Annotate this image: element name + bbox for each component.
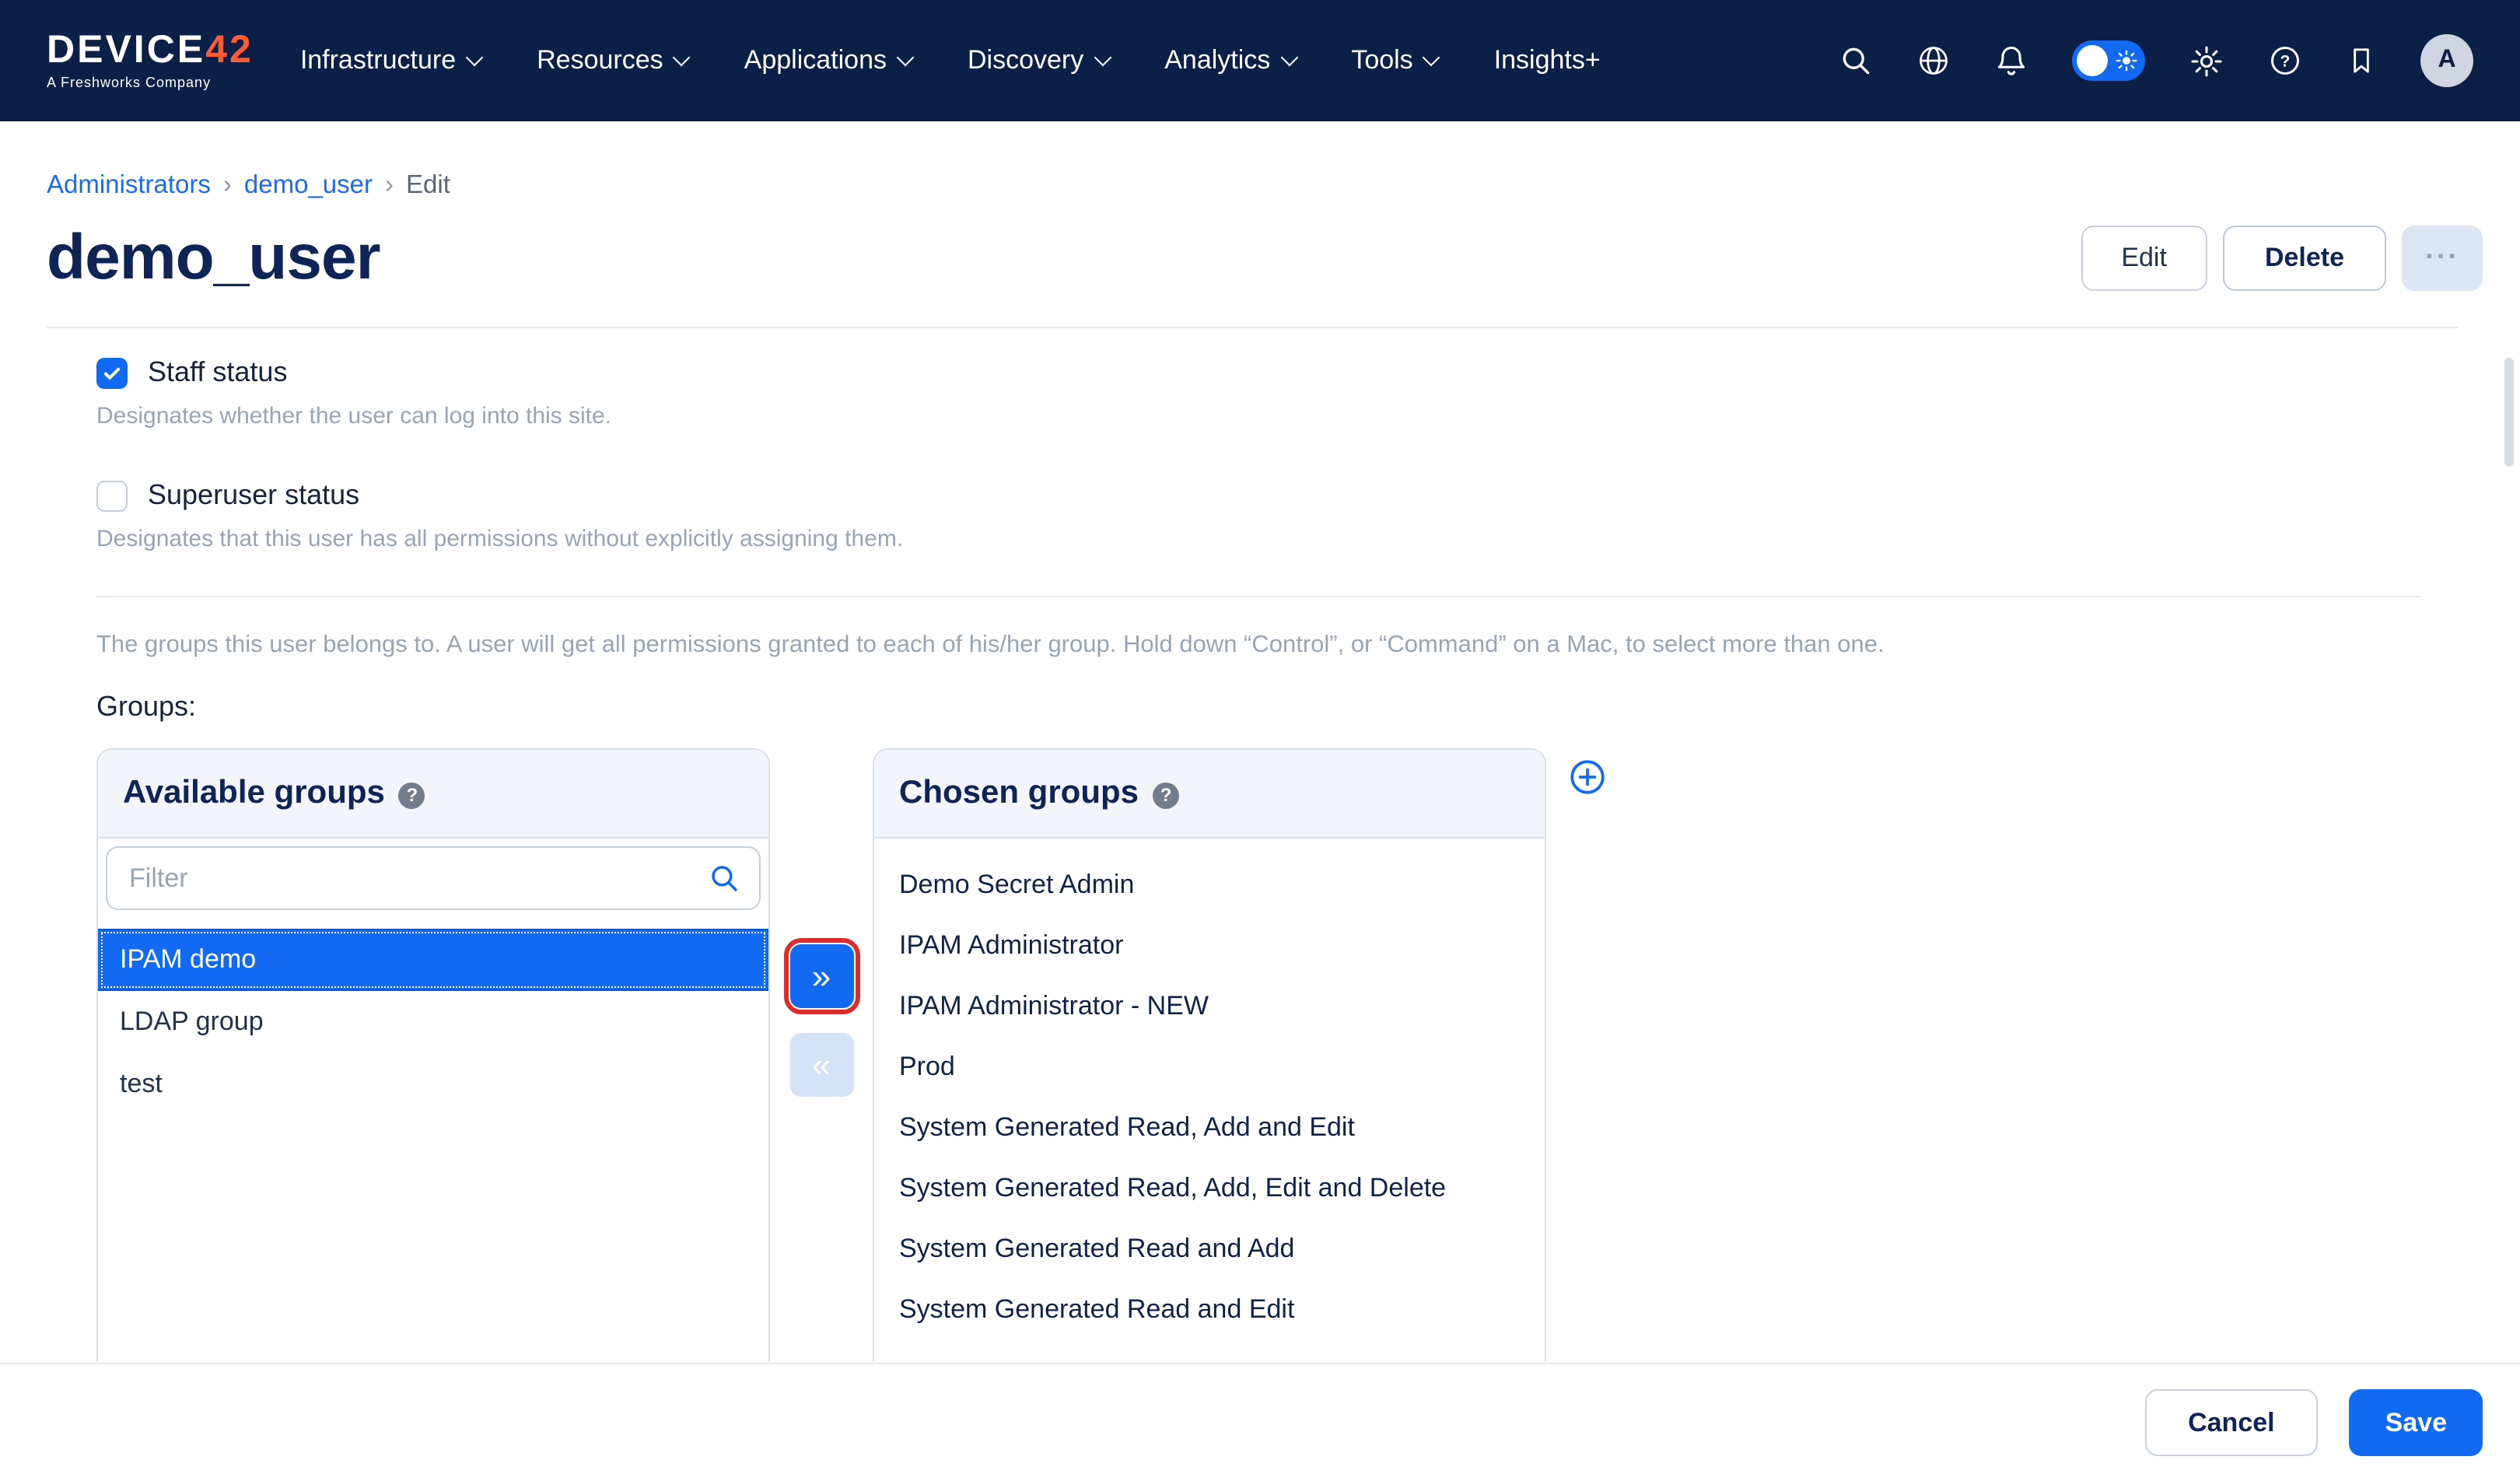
section-divider — [96, 596, 2420, 597]
available-groups-panel: Available groups ? IPAM demo LDAP group … — [96, 748, 770, 1361]
breadcrumb-current: Edit — [406, 171, 450, 201]
move-left-button[interactable]: « — [789, 1033, 853, 1097]
header-actions: Edit Delete ··· — [2081, 225, 2483, 290]
breadcrumb-separator: › — [223, 171, 232, 201]
logo-text-white: DEVICE — [47, 28, 205, 72]
breadcrumb: Administrators › demo_user › Edit — [47, 171, 2520, 201]
filter-wrap — [106, 846, 761, 910]
nav-item-analytics[interactable]: Analytics — [1164, 45, 1295, 76]
help-icon[interactable]: ? — [2268, 44, 2302, 78]
list-item-ipam-demo[interactable]: IPAM demo — [98, 929, 768, 991]
nav-item-label: Insights+ — [1494, 45, 1601, 76]
chosen-item[interactable]: IPAM Administrator — [874, 915, 1545, 975]
chosen-groups-title: Chosen groups — [899, 775, 1139, 812]
breadcrumb-administrators[interactable]: Administrators — [47, 171, 211, 201]
available-groups-help-icon[interactable]: ? — [399, 782, 425, 808]
chosen-groups-panel: Chosen groups ? Demo Secret Admin IPAM A… — [873, 748, 1546, 1361]
sun-icon — [2116, 50, 2137, 79]
superuser-status-checkbox[interactable] — [96, 480, 128, 511]
chevron-down-icon — [1280, 48, 1298, 66]
superuser-status-row: Superuser status — [96, 479, 2420, 512]
main-menu: Infrastructure Resources Applications Di… — [300, 45, 1601, 76]
superuser-status-label[interactable]: Superuser status — [148, 479, 359, 512]
chosen-item[interactable]: Demo Secret Admin — [874, 854, 1545, 915]
chosen-groups-header: Chosen groups ? — [874, 750, 1545, 839]
chevron-down-icon — [1423, 48, 1440, 66]
staff-status-help: Designates whether the user can log into… — [96, 403, 2420, 429]
more-actions-button[interactable]: ··· — [2402, 225, 2483, 290]
page-header: demo_user Edit Delete ··· — [47, 222, 2483, 292]
cancel-button[interactable]: Cancel — [2144, 1389, 2319, 1456]
check-icon — [101, 362, 123, 383]
top-navbar: DEVICE42 A Freshworks Company Infrastruc… — [0, 0, 2520, 121]
chosen-item[interactable]: System Generated Read and Add — [874, 1218, 1545, 1279]
bell-icon[interactable] — [1994, 44, 2028, 78]
gear-icon[interactable] — [2189, 43, 2224, 79]
chevron-down-icon — [673, 48, 691, 66]
svg-text:?: ? — [2280, 53, 2291, 71]
chosen-item[interactable]: System Generated Read and Edit — [874, 1279, 1545, 1339]
nav-item-label: Infrastructure — [300, 45, 456, 76]
chosen-groups-list: Demo Secret Admin IPAM Administrator IPA… — [874, 839, 1545, 1339]
groups-selector: Available groups ? IPAM demo LDAP group … — [96, 748, 2420, 1361]
bookmark-icon[interactable] — [2346, 45, 2377, 76]
nav-item-label: Analytics — [1164, 45, 1270, 76]
available-groups-title: Available groups — [123, 775, 385, 812]
staff-status-row: Staff status — [96, 356, 2420, 389]
save-button[interactable]: Save — [2350, 1389, 2483, 1456]
logo-text-orange: 42 — [205, 28, 254, 72]
chevron-down-icon — [1094, 48, 1111, 66]
nav-item-infrastructure[interactable]: Infrastructure — [300, 45, 481, 76]
logo-text: DEVICE42 — [47, 31, 254, 70]
breadcrumb-demo-user[interactable]: demo_user — [244, 171, 373, 201]
nav-item-label: Resources — [537, 45, 663, 76]
user-avatar[interactable]: A — [2420, 34, 2473, 87]
delete-button[interactable]: Delete — [2223, 225, 2386, 290]
chosen-item[interactable]: System Generated Read, Add, Edit and Del… — [874, 1157, 1545, 1218]
logo-subtitle: A Freshworks Company — [47, 75, 254, 90]
filter-search-icon[interactable] — [708, 862, 740, 902]
list-item-ldap-group[interactable]: LDAP group — [98, 991, 768, 1053]
nav-item-label: Discovery — [968, 45, 1083, 76]
nav-item-label: Tools — [1351, 45, 1412, 76]
chevron-down-icon — [466, 48, 484, 66]
form-footer: Cancel Save — [0, 1363, 2520, 1481]
globe-icon[interactable] — [1916, 44, 1951, 78]
navbar-actions: ? A — [1839, 34, 2473, 87]
chosen-groups-help-icon[interactable]: ? — [1153, 782, 1179, 808]
breadcrumb-separator: › — [385, 171, 394, 201]
chevron-down-icon — [897, 48, 915, 66]
groups-help-text: The groups this user belongs to. A user … — [96, 632, 2420, 660]
search-icon[interactable] — [1839, 44, 1873, 78]
chosen-item[interactable]: System Generated Read, Add and Edit — [874, 1097, 1545, 1157]
available-groups-list: IPAM demo LDAP group test — [98, 929, 768, 1115]
chosen-item[interactable]: Prod — [874, 1036, 1545, 1097]
nav-item-insights[interactable]: Insights+ — [1494, 45, 1601, 76]
page-title: demo_user — [47, 222, 380, 292]
staff-status-label[interactable]: Staff status — [148, 356, 287, 389]
list-item-test[interactable]: test — [98, 1053, 768, 1115]
chosen-item[interactable]: IPAM Administrator - NEW — [874, 975, 1545, 1036]
add-group-plus-icon[interactable] — [1568, 758, 1607, 804]
groups-label: Groups: — [96, 691, 2420, 723]
app-window: DEVICE42 A Freshworks Company Infrastruc… — [0, 0, 2520, 1481]
move-buttons: » « — [770, 748, 873, 1097]
theme-toggle[interactable] — [2072, 40, 2145, 81]
staff-status-checkbox[interactable] — [96, 357, 128, 388]
nav-item-resources[interactable]: Resources — [537, 45, 688, 76]
nav-item-tools[interactable]: Tools — [1351, 45, 1437, 76]
nav-item-label: Applications — [744, 45, 887, 76]
edit-user-form: Staff status Designates whether the user… — [0, 328, 2520, 1361]
filter-input[interactable] — [106, 846, 761, 910]
move-right-button[interactable]: » — [789, 944, 853, 1008]
device42-logo[interactable]: DEVICE42 A Freshworks Company — [47, 31, 254, 90]
edit-button[interactable]: Edit — [2081, 225, 2207, 290]
nav-item-applications[interactable]: Applications — [744, 45, 912, 76]
available-groups-header: Available groups ? — [98, 750, 768, 839]
scrollbar-thumb[interactable] — [2504, 358, 2514, 467]
superuser-status-help: Designates that this user has all permis… — [96, 526, 2420, 552]
nav-item-discovery[interactable]: Discovery — [968, 45, 1108, 76]
toggle-knob — [2077, 45, 2108, 76]
